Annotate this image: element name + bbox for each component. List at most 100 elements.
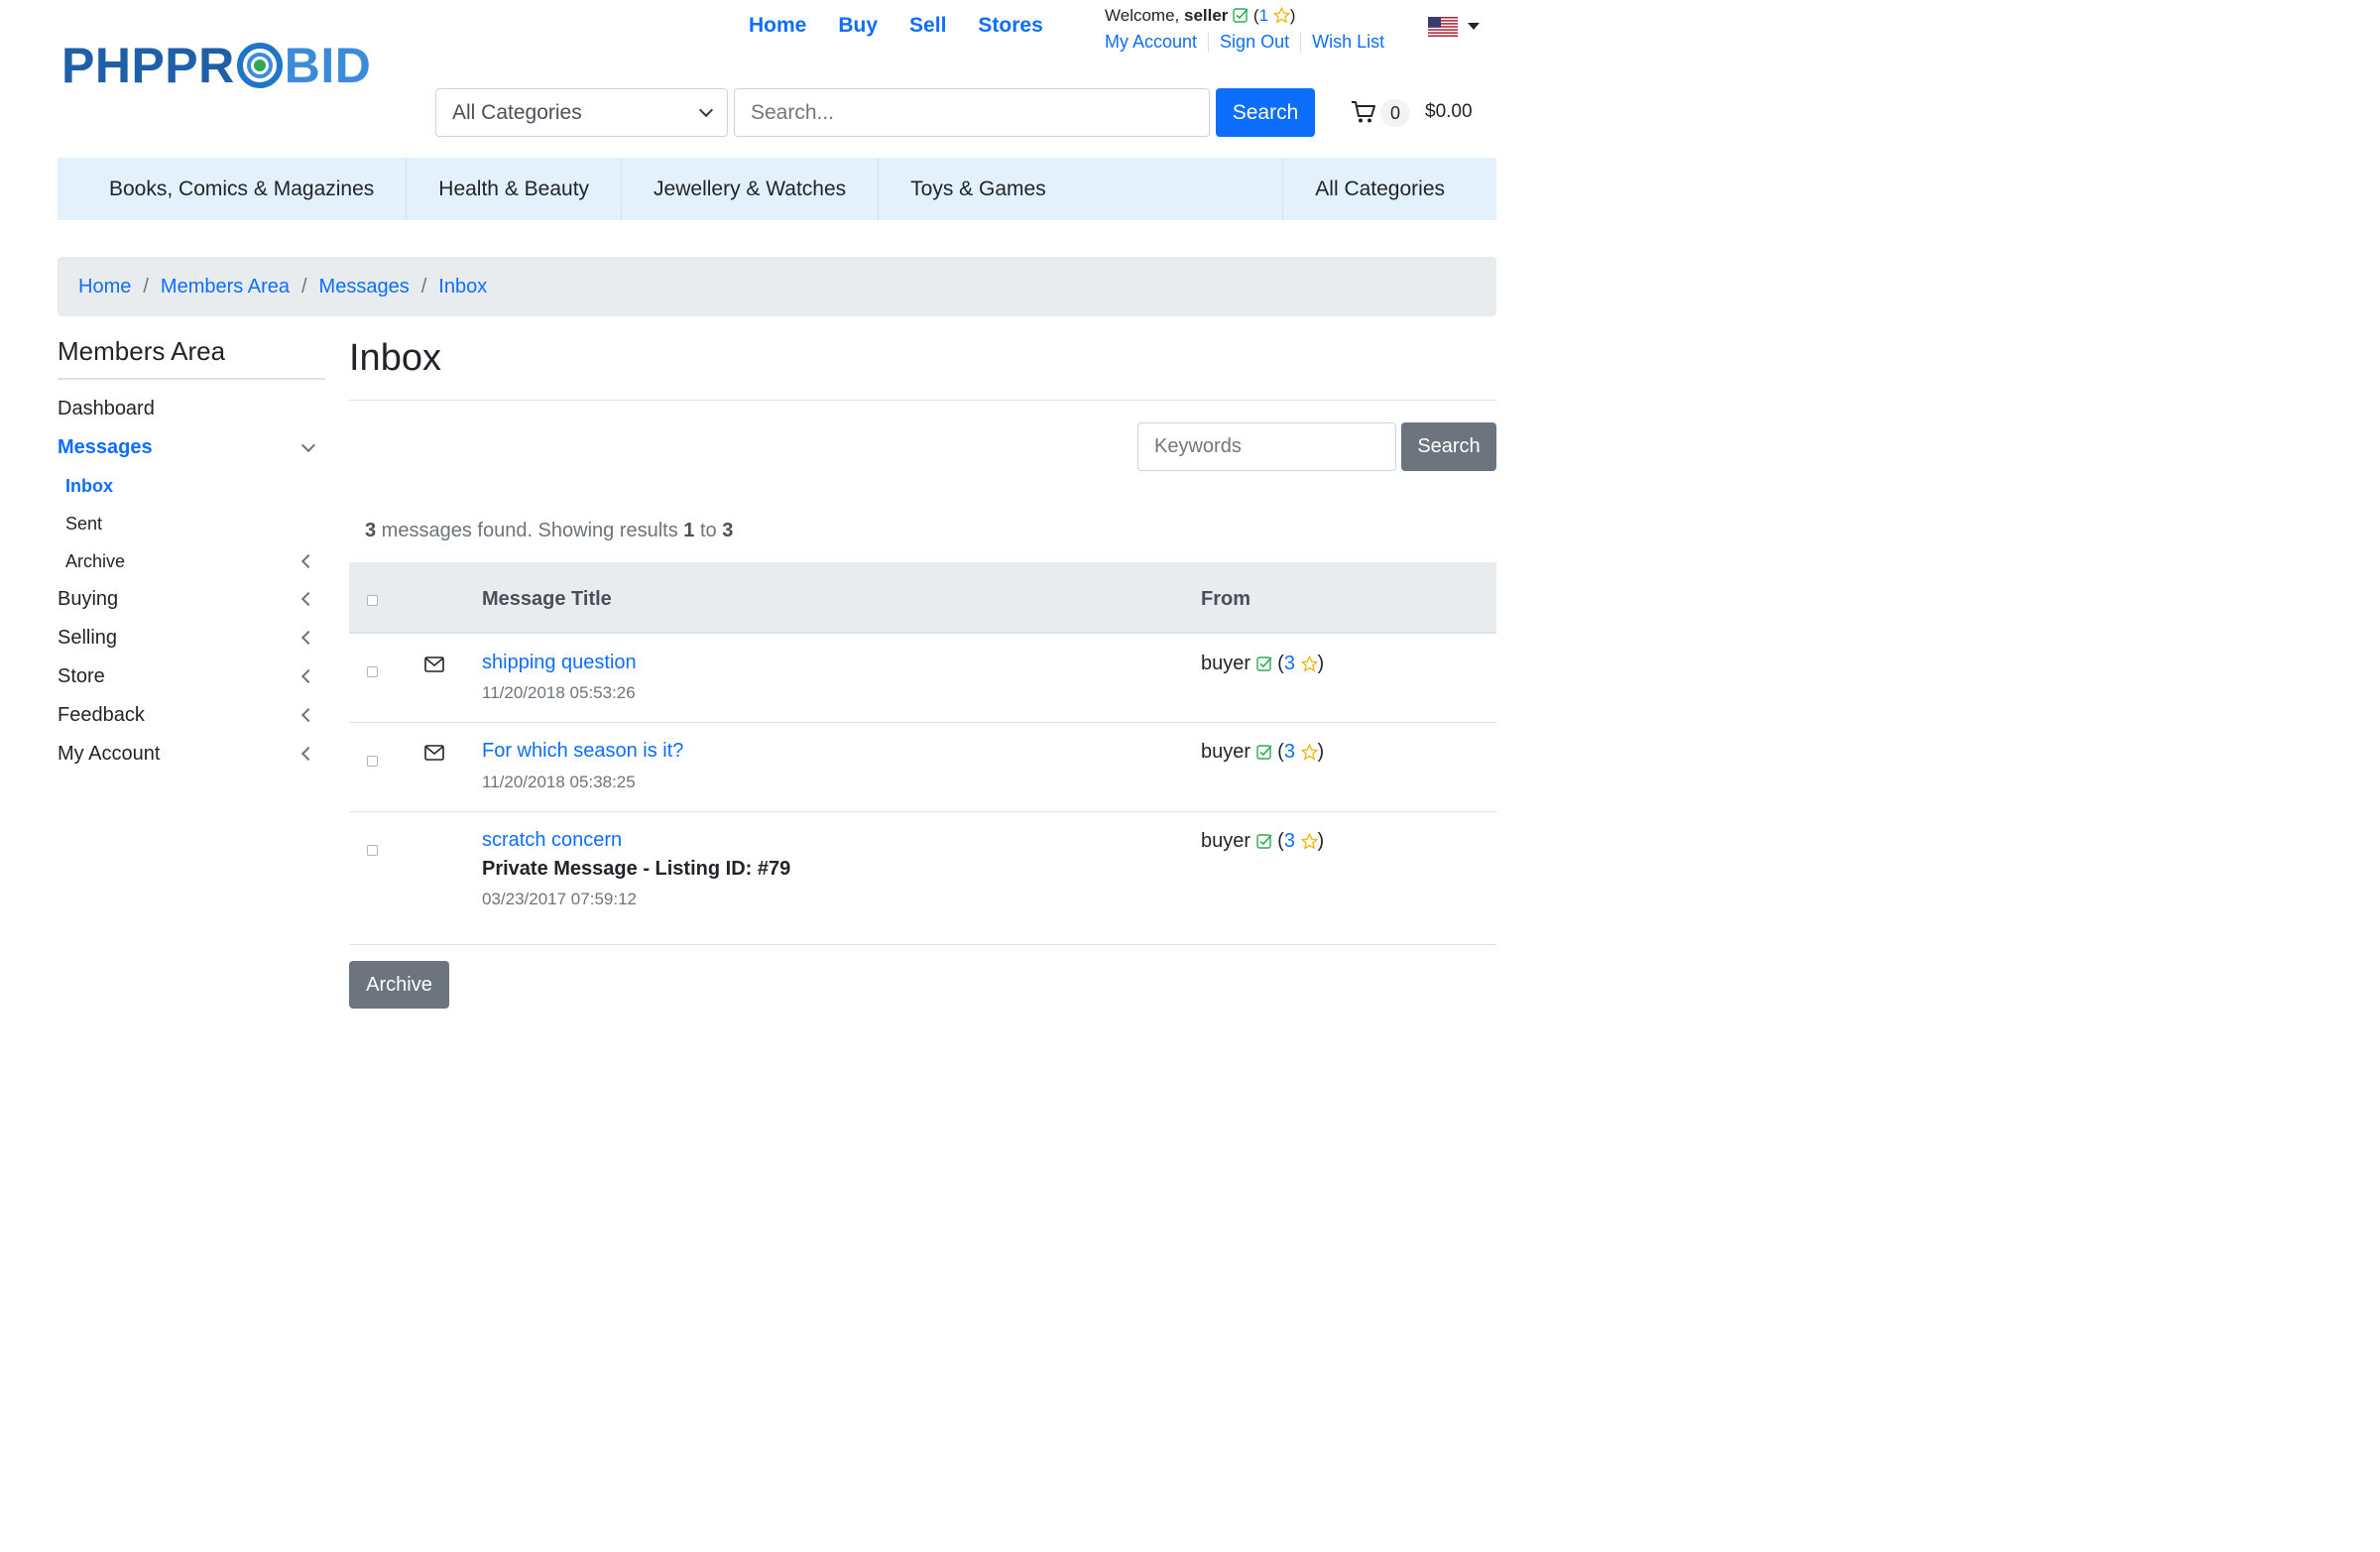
summary-text: messages found. Showing results — [376, 520, 684, 541]
search-input[interactable] — [734, 88, 1210, 137]
wish-list-link[interactable]: Wish List — [1300, 32, 1395, 53]
sidebar-item-messages[interactable]: Messages — [58, 436, 153, 459]
us-flag-icon[interactable] — [1428, 17, 1458, 37]
nav-home[interactable]: Home — [749, 14, 806, 38]
star-icon — [1300, 656, 1318, 672]
summary-to-word: to — [694, 520, 723, 541]
sidebar-item-selling[interactable]: Selling — [58, 627, 117, 650]
sidebar-item-my-account[interactable]: My Account — [58, 743, 160, 766]
message-date: 03/23/2017 07:59:12 — [482, 890, 637, 908]
message-title-link[interactable]: scratch concern — [482, 829, 622, 852]
verified-check-icon — [1233, 8, 1249, 23]
keywords-input[interactable] — [1137, 422, 1396, 471]
breadcrumb-messages[interactable]: Messages — [319, 276, 410, 298]
star-icon — [1300, 744, 1318, 761]
category-all[interactable]: All Categories — [1283, 158, 1496, 220]
chevron-down-icon[interactable] — [300, 437, 316, 453]
row-checkbox[interactable] — [367, 845, 378, 856]
chevron-left-icon[interactable] — [300, 630, 316, 646]
sidebar-subitem-archive[interactable]: Archive — [65, 551, 125, 572]
row-divider — [349, 811, 1496, 812]
sender-name: buyer — [1201, 830, 1251, 852]
keywords-search-button[interactable]: Search — [1401, 422, 1496, 471]
nav-stores[interactable]: Stores — [978, 14, 1042, 38]
message-title-link[interactable]: shipping question — [482, 652, 637, 674]
title-divider — [349, 400, 1496, 401]
cart-count-badge: 0 — [1380, 99, 1410, 127]
nav-buy[interactable]: Buy — [838, 14, 878, 38]
category-toys-games[interactable]: Toys & Games — [879, 158, 1078, 220]
category-jewellery-watches[interactable]: Jewellery & Watches — [622, 158, 880, 220]
category-books[interactable]: Books, Comics & Magazines — [58, 158, 408, 220]
summary-count: 3 — [365, 520, 377, 541]
username: seller — [1184, 6, 1229, 25]
language-dropdown-caret-icon[interactable] — [1468, 23, 1480, 30]
row-checkbox[interactable] — [367, 756, 378, 767]
verified-check-icon — [1255, 834, 1272, 849]
chevron-left-icon[interactable] — [300, 668, 316, 684]
row-divider — [349, 944, 1496, 945]
sidebar-subitem-inbox[interactable]: Inbox — [65, 476, 113, 497]
sidebar-item-feedback[interactable]: Feedback — [58, 704, 145, 727]
rating-close: ) — [1289, 6, 1296, 25]
row-divider — [349, 722, 1496, 723]
category-bar-spacer — [1078, 158, 1284, 220]
sender-rating-close: ) — [1317, 653, 1325, 674]
message-listing-subtitle: Private Message - Listing ID: #79 — [482, 858, 791, 880]
breadcrumb-separator: / — [143, 275, 149, 298]
sender-rating-open: ( — [1277, 653, 1284, 674]
sidebar-title: Members Area — [58, 336, 226, 366]
breadcrumb: Home / Members Area / Messages / Inbox — [58, 257, 1496, 316]
category-health-beauty[interactable]: Health & Beauty — [407, 158, 623, 220]
chevron-left-icon[interactable] — [300, 707, 316, 723]
sender-rating-close: ) — [1317, 741, 1325, 763]
chevron-left-icon[interactable] — [300, 746, 316, 762]
message-sender: buyer (3 ) — [1201, 741, 1324, 764]
logo-text-left: PHPPR — [61, 38, 235, 93]
verified-check-icon — [1255, 745, 1272, 760]
sender-rating-score[interactable]: 3 — [1284, 741, 1295, 763]
message-sender: buyer (3 ) — [1201, 653, 1324, 675]
cart-icon[interactable] — [1351, 100, 1376, 124]
breadcrumb-home[interactable]: Home — [78, 276, 131, 298]
sender-name: buyer — [1201, 741, 1251, 763]
my-account-link[interactable]: My Account — [1105, 32, 1208, 53]
sender-rating-score[interactable]: 3 — [1284, 830, 1295, 852]
sidebar-subitem-sent[interactable]: Sent — [65, 514, 102, 535]
verified-check-icon — [1255, 657, 1272, 671]
welcome-label: Welcome, — [1105, 6, 1180, 25]
chevron-left-icon[interactable] — [300, 591, 316, 607]
chevron-left-icon[interactable] — [300, 553, 316, 569]
search-button[interactable]: Search — [1216, 88, 1315, 137]
user-rating-score[interactable]: 1 — [1259, 6, 1268, 25]
summary-to: 3 — [722, 520, 734, 541]
sender-rating-score[interactable]: 3 — [1284, 653, 1295, 674]
sidebar-item-store[interactable]: Store — [58, 665, 105, 688]
column-header-from: From — [1201, 588, 1250, 610]
message-title-link[interactable]: For which season is it? — [482, 740, 683, 763]
sender-rating-open: ( — [1277, 830, 1284, 852]
account-links: My Account Sign Out Wish List — [1105, 32, 1395, 53]
category-select[interactable]: All Categories — [435, 88, 728, 137]
category-bar: Books, Comics & Magazines Health & Beaut… — [58, 158, 1496, 220]
logo-target-icon — [236, 43, 283, 88]
nav-sell[interactable]: Sell — [909, 14, 946, 38]
sign-out-link[interactable]: Sign Out — [1208, 32, 1300, 53]
message-date: 11/20/2018 05:38:25 — [482, 773, 636, 791]
breadcrumb-members-area[interactable]: Members Area — [161, 276, 290, 298]
top-navigation: Home Buy Sell Stores — [749, 14, 1043, 38]
sidebar-divider — [58, 378, 325, 380]
sender-name: buyer — [1201, 653, 1251, 674]
column-header-message-title: Message Title — [482, 588, 612, 610]
envelope-icon — [424, 745, 444, 761]
results-summary: 3 messages found. Showing results 1 to 3 — [365, 520, 733, 542]
sidebar-item-dashboard[interactable]: Dashboard — [58, 398, 155, 420]
breadcrumb-inbox[interactable]: Inbox — [438, 276, 487, 298]
archive-button[interactable]: Archive — [349, 961, 449, 1009]
star-icon — [1272, 7, 1290, 24]
sidebar-item-buying[interactable]: Buying — [58, 588, 118, 611]
cart-total: $0.00 — [1425, 101, 1473, 122]
select-all-checkbox[interactable] — [367, 595, 378, 606]
site-logo[interactable]: PHPPR BID — [61, 40, 371, 91]
row-checkbox[interactable] — [367, 666, 378, 677]
